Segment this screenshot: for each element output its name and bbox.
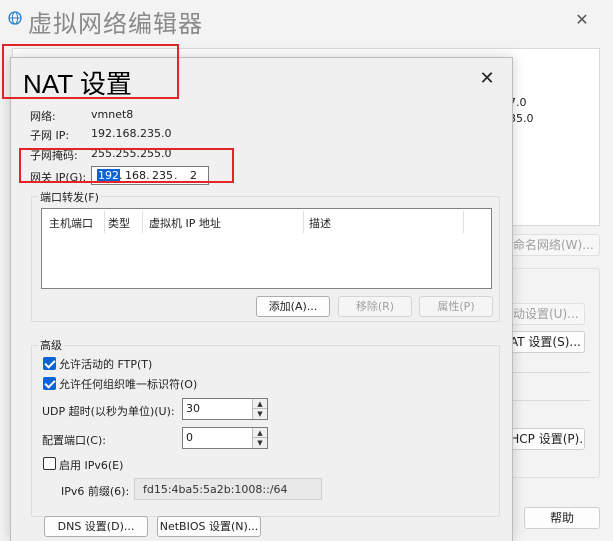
bg-titlebar: 虚拟网络编辑器 ✕ — [0, 0, 613, 40]
column-divider — [463, 211, 464, 233]
spin-down-icon[interactable]: ▼ — [252, 438, 267, 448]
gateway-ip-input[interactable]: 192 . 168 . 235 . 2 — [91, 166, 209, 185]
column-vm-ip[interactable]: 虚拟机 IP 地址 — [149, 215, 221, 231]
column-description[interactable]: 描述 — [309, 215, 331, 231]
spin-down-icon[interactable]: ▼ — [252, 409, 267, 419]
allow-oui-label[interactable]: 允许任何组织唯一标识符(O) — [59, 376, 197, 392]
udp-timeout-value[interactable]: 30 — [186, 402, 200, 415]
udp-timeout-label: UDP 超时(以秒为单位)(U): — [42, 405, 175, 418]
properties-button[interactable]: 属性(P) — [419, 296, 493, 317]
config-port-label: 配置端口(C): — [42, 434, 106, 447]
remove-button[interactable]: 移除(R) — [338, 296, 412, 317]
config-port-spinner[interactable]: 0 ▲ ▼ — [182, 427, 268, 449]
subnet-ip-value: 192.168.235.0 — [91, 127, 172, 140]
close-icon[interactable]: ✕ — [474, 66, 500, 92]
spin-up-icon[interactable]: ▲ — [252, 399, 267, 409]
enable-ipv6-checkbox[interactable] — [43, 457, 56, 470]
help-button[interactable]: 帮助 — [524, 507, 600, 529]
ipv6-prefix-label: IPv6 前缀(6): — [61, 485, 130, 498]
octet-separator: . — [174, 169, 178, 182]
gateway-octet-4[interactable]: 2 — [190, 169, 197, 183]
port-forwarding-list[interactable]: 主机端口 类型 虚拟机 IP 地址 描述 — [41, 208, 492, 289]
subnet-ip-label: 子网 IP: — [30, 129, 70, 142]
config-port-value[interactable]: 0 — [186, 431, 193, 444]
column-divider — [142, 211, 143, 233]
network-value: vmnet8 — [91, 108, 134, 121]
bg-close-icon[interactable]: ✕ — [572, 10, 592, 30]
column-divider — [104, 211, 105, 233]
octet-separator: . — [146, 169, 150, 182]
bg-separator — [500, 372, 590, 373]
nat-settings-dialog: NAT 设置 ✕ 网络: vmnet8 子网 IP: 192.168.235.0… — [10, 57, 513, 541]
ipv6-prefix-value: fd15:4ba5:5a2b:1008::/64 — [143, 483, 288, 496]
bg-window-title: 虚拟网络编辑器 — [28, 10, 203, 38]
allow-ftp-checkbox[interactable] — [43, 357, 56, 370]
subnet-mask-label: 子网掩码: — [30, 149, 78, 162]
ipv6-prefix-field: fd15:4ba5:5a2b:1008::/64 — [134, 478, 322, 500]
allow-oui-checkbox[interactable] — [43, 377, 56, 390]
network-label: 网络: — [30, 110, 56, 123]
enable-ipv6-label[interactable]: 启用 IPv6(E) — [59, 457, 123, 473]
add-button[interactable]: 添加(A)... — [256, 296, 330, 317]
netbios-settings-button[interactable]: NetBIOS 设置(N)... — [157, 516, 261, 537]
globe-icon — [8, 11, 22, 25]
dialog-title: NAT 设置 — [23, 69, 132, 99]
octet-separator: . — [119, 169, 123, 182]
column-type[interactable]: 类型 — [108, 215, 130, 231]
dns-settings-button[interactable]: DNS 设置(D)... — [44, 516, 148, 537]
subnet-mask-value: 255.255.255.0 — [91, 147, 172, 160]
bg-separator — [500, 400, 590, 401]
advanced-legend: 高级 — [38, 337, 64, 353]
rename-network-button[interactable]: 重命名网络(W)... — [500, 234, 600, 256]
udp-timeout-spinner[interactable]: 30 ▲ ▼ — [182, 398, 268, 420]
port-forwarding-legend: 端口转发(F) — [38, 189, 101, 205]
gateway-ip-label: 网关 IP(G): — [30, 171, 87, 184]
gateway-octet-2[interactable]: 168 — [125, 169, 146, 183]
gateway-octet-3[interactable]: 235 — [152, 169, 173, 183]
gateway-octet-1[interactable]: 192 — [97, 169, 120, 183]
spin-up-icon[interactable]: ▲ — [252, 428, 267, 438]
column-host-port[interactable]: 主机端口 — [49, 215, 93, 231]
column-divider — [303, 211, 304, 233]
allow-ftp-label[interactable]: 允许活动的 FTP(T) — [59, 356, 152, 372]
